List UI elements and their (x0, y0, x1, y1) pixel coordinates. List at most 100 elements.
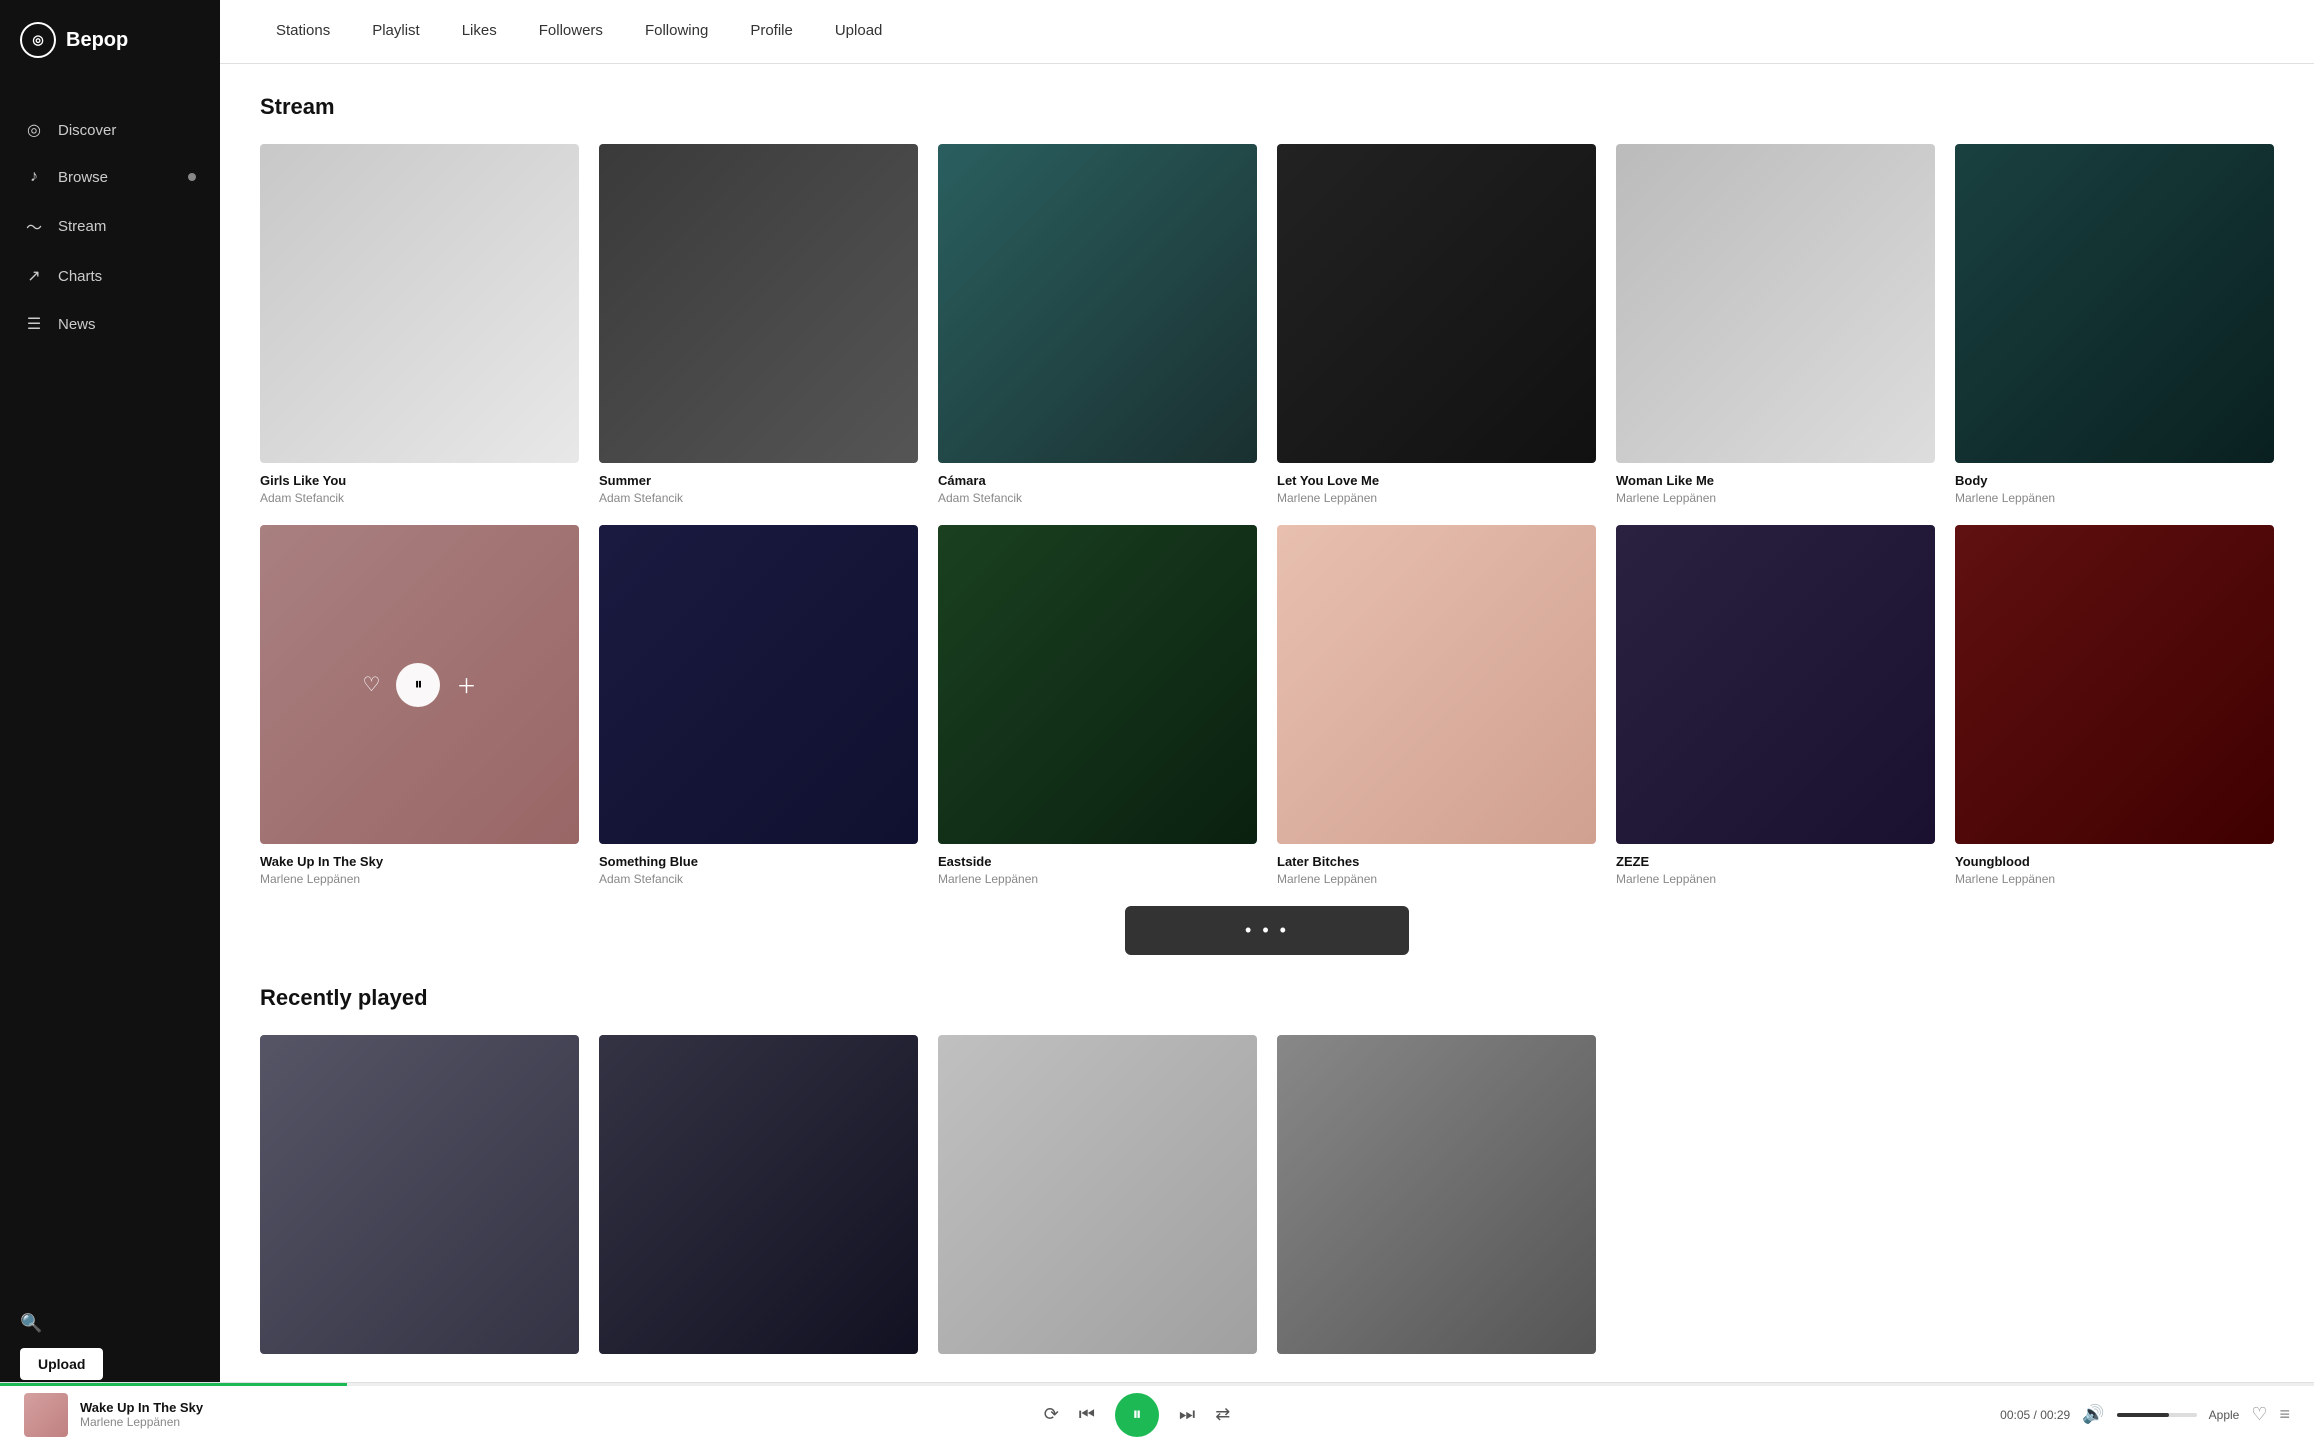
add-button-5[interactable]: ＋ (1812, 289, 1832, 318)
tab-playlist[interactable]: Playlist (356, 0, 436, 64)
card-image-6: ♡ ▶ ＋ (1955, 144, 2274, 463)
like-button-12[interactable]: ♡ (2058, 672, 2076, 697)
music-card-12[interactable]: ♡ ▶ ＋ Youngblood Marlene Leppänen (1955, 525, 2274, 886)
play-button-8[interactable]: ▶ (735, 663, 779, 707)
add-button-3[interactable]: ＋ (1134, 289, 1154, 318)
browse-icon: ♪ (24, 168, 44, 186)
tab-stations[interactable]: Stations (260, 0, 346, 64)
play-pause-button[interactable]: ⏸ (1115, 1393, 1159, 1437)
tab-followers[interactable]: Followers (523, 0, 619, 64)
volume-slider[interactable] (2117, 1413, 2197, 1417)
card-artist-7: Marlene Leppänen (260, 872, 579, 886)
progress-bar[interactable] (0, 1383, 2314, 1386)
search-button[interactable]: 🔍 (20, 1313, 200, 1334)
tab-profile[interactable]: Profile (734, 0, 809, 64)
card-title-9: Eastside (938, 854, 1257, 869)
app-name: Bepop (66, 29, 128, 52)
like-button-3[interactable]: ♡ (1041, 291, 1059, 316)
sidebar: ◎ Bepop ◎ Discover ♪ Browse 〜 Stream ↗ C… (0, 0, 220, 1446)
like-button-7[interactable]: ♡ (363, 672, 381, 697)
tab-upload[interactable]: Upload (819, 0, 899, 64)
add-button-2[interactable]: ＋ (795, 289, 815, 318)
add-button-4[interactable]: ＋ (1473, 289, 1493, 318)
add-button-9[interactable]: ＋ (1134, 670, 1154, 699)
like-button-2[interactable]: ♡ (702, 291, 720, 316)
like-button-10[interactable]: ♡ (1380, 672, 1398, 697)
add-button-7[interactable]: ＋ (456, 670, 476, 699)
recent-play-3[interactable]: ▶ (1076, 1173, 1120, 1217)
recent-play-1[interactable]: ▶ (398, 1173, 442, 1217)
music-card-5[interactable]: ♡ ▶ ＋ Woman Like Me Marlene Leppänen (1616, 144, 1935, 505)
app-logo[interactable]: ◎ Bepop (0, 0, 220, 88)
like-button-1[interactable]: ♡ (363, 291, 381, 316)
repeat-button[interactable]: ⟳ (1044, 1404, 1059, 1425)
like-button-9[interactable]: ♡ (1041, 672, 1059, 697)
music-card-4[interactable]: ♡ ▶ ＋ Let You Love Me Marlene Leppänen (1277, 144, 1596, 505)
play-button-9[interactable]: ▶ (1074, 663, 1118, 707)
pause-button-7[interactable]: ⏸ (396, 663, 440, 707)
like-button-11[interactable]: ♡ (1719, 672, 1737, 697)
player-artist-name: Marlene Leppänen (80, 1415, 203, 1429)
next-button[interactable]: ⏭ (1179, 1404, 1195, 1425)
progress-track (0, 1383, 2314, 1386)
tab-likes[interactable]: Likes (446, 0, 513, 64)
volume-icon[interactable]: 🔊 (2082, 1404, 2104, 1425)
recent-card-3[interactable]: ▶ (938, 1035, 1257, 1364)
play-button-5[interactable]: ▶ (1752, 282, 1796, 326)
recent-card-4[interactable]: ▶ (1277, 1035, 1596, 1364)
favorite-button[interactable]: ♡ (2251, 1404, 2267, 1425)
music-card-7[interactable]: ♡ ⏸ ＋ Wake Up In The Sky Marlene Leppäne… (260, 525, 579, 886)
card-artist-12: Marlene Leppänen (1955, 872, 2274, 886)
upload-button[interactable]: Upload (20, 1348, 103, 1380)
play-button-1[interactable]: ▶ (396, 282, 440, 326)
sidebar-item-discover[interactable]: ◎ Discover (0, 108, 220, 152)
play-button-10[interactable]: ▶ (1413, 663, 1457, 707)
play-button-6[interactable]: ▶ (2091, 282, 2135, 326)
sidebar-item-charts[interactable]: ↗ Charts (0, 254, 220, 298)
prev-button[interactable]: ⏮ (1079, 1404, 1095, 1425)
card-title-3: Cámara (938, 473, 1257, 488)
recent-card-2[interactable]: ▶ (599, 1035, 918, 1364)
music-card-6[interactable]: ♡ ▶ ＋ Body Marlene Leppänen (1955, 144, 2274, 505)
card-image-2: ♡ ▶ ＋ (599, 144, 918, 463)
add-button-10[interactable]: ＋ (1473, 670, 1493, 699)
like-button-8[interactable]: ♡ (702, 672, 720, 697)
card-image-9: ♡ ▶ ＋ (938, 525, 1257, 844)
play-button-4[interactable]: ▶ (1413, 282, 1457, 326)
card-artist-4: Marlene Leppänen (1277, 491, 1596, 505)
like-button-5[interactable]: ♡ (1719, 291, 1737, 316)
add-button-11[interactable]: ＋ (1812, 670, 1832, 699)
recent-card-1[interactable]: ▶ (260, 1035, 579, 1364)
music-card-11[interactable]: ♡ ▶ ＋ ZEZE Marlene Leppänen (1616, 525, 1935, 886)
sidebar-item-stream[interactable]: 〜 Stream (0, 202, 220, 250)
music-card-9[interactable]: ♡ ▶ ＋ Eastside Marlene Leppänen (938, 525, 1257, 886)
recent-play-2[interactable]: ▶ (737, 1173, 781, 1217)
recent-play-4[interactable]: ▶ (1415, 1173, 1459, 1217)
like-button-6[interactable]: ♡ (2058, 291, 2076, 316)
load-more-container: • • • (260, 906, 2274, 955)
card-title-4: Let You Love Me (1277, 473, 1596, 488)
music-card-10[interactable]: ♡ ▶ ＋ Later Bitches Marlene Leppänen (1277, 525, 1596, 886)
like-button-4[interactable]: ♡ (1380, 291, 1398, 316)
add-button-6[interactable]: ＋ (2151, 289, 2171, 318)
queue-button[interactable]: ≡ (2279, 1404, 2290, 1425)
add-button-12[interactable]: ＋ (2151, 670, 2171, 699)
recent-image-1: ▶ (260, 1035, 579, 1354)
tab-following[interactable]: Following (629, 0, 724, 64)
music-card-2[interactable]: ♡ ▶ ＋ Summer Adam Stefancik (599, 144, 918, 505)
play-button-11[interactable]: ▶ (1752, 663, 1796, 707)
music-card-8[interactable]: ♡ ▶ ＋ Something Blue Adam Stefancik (599, 525, 918, 886)
music-card-1[interactable]: ♡ ▶ ＋ Girls Like You Adam Stefancik (260, 144, 579, 505)
sidebar-item-news[interactable]: ☰ News (0, 302, 220, 346)
music-card-3[interactable]: ♡ ▶ ＋ Cámara Adam Stefancik (938, 144, 1257, 505)
play-button-2[interactable]: ▶ (735, 282, 779, 326)
add-button-8[interactable]: ＋ (795, 670, 815, 699)
shuffle-button[interactable]: ⇄ (1215, 1404, 1230, 1425)
add-button-1[interactable]: ＋ (456, 289, 476, 318)
sidebar-item-browse[interactable]: ♪ Browse (0, 156, 220, 198)
load-more-button[interactable]: • • • (1125, 906, 1409, 955)
play-button-3[interactable]: ▶ (1074, 282, 1118, 326)
player-controls: ⟳ ⏮ ⏸ ⏭ ⇄ (300, 1393, 1974, 1437)
stream-grid-row1: ♡ ▶ ＋ Girls Like You Adam Stefancik ♡ ▶ … (260, 144, 2274, 505)
play-button-12[interactable]: ▶ (2091, 663, 2135, 707)
